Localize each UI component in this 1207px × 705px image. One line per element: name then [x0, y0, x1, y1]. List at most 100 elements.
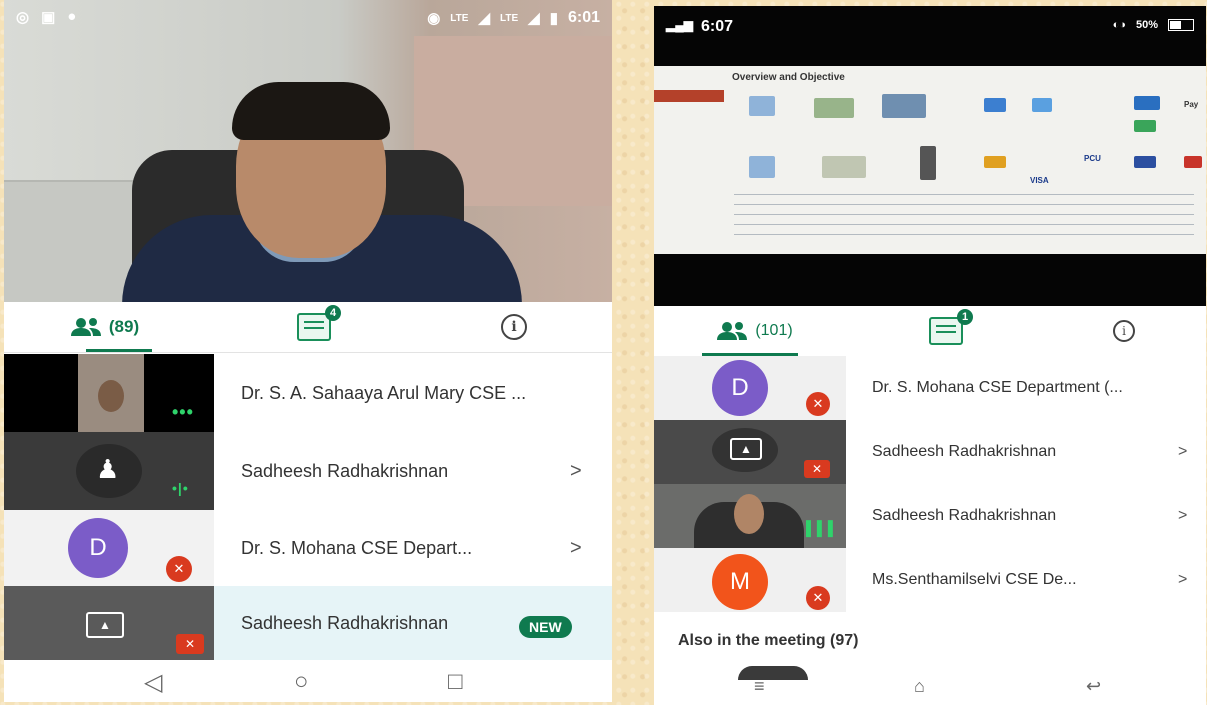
people-icon: [70, 318, 101, 336]
slide-diagram-node: [749, 156, 775, 178]
chat-unread-badge: 1: [957, 309, 973, 325]
chevron-right-icon[interactable]: >: [570, 510, 582, 586]
avatar: M: [712, 554, 768, 610]
new-participant-badge: NEW: [519, 616, 572, 638]
participant-thumbnail: •••: [4, 354, 214, 432]
presentation-feed[interactable]: ▂▄▆ 6:07 ◐◑ 50% Overview and Objective V…: [654, 6, 1206, 306]
chevron-right-icon[interactable]: >: [1178, 420, 1187, 484]
gallery-icon: ▣: [41, 9, 56, 26]
active-tab-indicator: [86, 349, 152, 352]
participant-name: Dr. S. Mohana CSE Department (...: [872, 379, 1123, 396]
main-video-feed[interactable]: [4, 0, 612, 305]
chevron-right-icon[interactable]: >: [1178, 484, 1187, 548]
participant-row[interactable]: M ✕ Ms.Senthamilselvi CSE De... >: [654, 548, 1206, 612]
back-icon[interactable]: ↩: [1086, 676, 1101, 697]
hotspot-icon: ◉: [427, 10, 441, 27]
participant-name: Ms.Senthamilselvi CSE De...: [872, 571, 1077, 588]
battery-icon: [1168, 19, 1194, 31]
participant-row[interactable]: ▲ ✕ Sadheesh Radhakrishnan >: [654, 420, 1206, 484]
chat-icon: 4: [297, 305, 341, 341]
slide-diagram-node: [920, 146, 936, 180]
battery-percent: 50%: [1135, 19, 1158, 31]
participant-row-highlighted[interactable]: ▲ ✕ Sadheesh Radhakrishnan NEW: [4, 586, 612, 660]
slide-logo-tile: [984, 98, 1006, 112]
also-in-meeting-heading: Also in the meeting (97): [678, 632, 859, 649]
participant-name: Sadheesh Radhakrishnan: [872, 443, 1057, 460]
tab-people[interactable]: (101): [694, 306, 814, 356]
avatar: D: [68, 518, 128, 578]
home-icon[interactable]: ⌂: [914, 676, 925, 697]
mic-muted-icon: ✕: [806, 392, 830, 416]
slide-diagram-node: [814, 98, 854, 118]
signal-label-b: LTE: [500, 12, 519, 24]
participant-thumbnail: D ✕: [654, 356, 846, 420]
left-phone-screen: ◎ ▣ ● ◉ LTE ◢ LTE ◢ ▮ 6:01 (89) 4 i ••• …: [4, 0, 612, 702]
status-bar: ▂▄▆ 6:07 ◐◑ 50%: [654, 6, 1206, 46]
mic-muted-icon: ✕: [806, 586, 830, 610]
participant-name: Sadheesh Radhakrishnan: [241, 612, 449, 633]
slide-logo-tile: [1134, 120, 1156, 132]
home-icon[interactable]: ○: [294, 668, 309, 696]
shared-slide: Overview and Objective VISA PCU Pay: [654, 66, 1206, 254]
slide-diagram-node: [822, 156, 866, 178]
tab-chat[interactable]: 1: [916, 306, 976, 356]
battery-icon: ▮: [549, 10, 558, 27]
participant-thumbnail: ♟ •|•: [4, 432, 214, 510]
slide-logo-tile: [1184, 156, 1202, 168]
speaker-hair: [232, 82, 390, 140]
chat-unread-badge: 4: [325, 305, 341, 321]
tab-info[interactable]: i: [484, 302, 544, 352]
avatar: [738, 666, 808, 680]
slide-diagram-node: [882, 94, 926, 118]
signal-icon: ▂▄▆: [666, 18, 693, 32]
mic-muted-icon: ✕: [166, 556, 192, 582]
participant-face: [734, 494, 764, 534]
slide-bullet-text: [734, 194, 1194, 244]
slide-logo-text: PCU: [1084, 154, 1101, 163]
whatsapp-icon: ◎: [16, 9, 30, 26]
participant-face: [98, 380, 124, 412]
bell-icon: ♟: [96, 454, 120, 484]
participant-row[interactable]: ♟ •|• Sadheesh Radhakrishnan >: [4, 432, 612, 510]
android-nav-bar: ◁ ○ □: [4, 660, 612, 702]
participant-row[interactable]: D ✕ Dr. S. Mohana CSE Department (...: [654, 356, 1206, 420]
android-nav-bar: ≡ ⌂ ↩: [654, 676, 1206, 705]
avatar: D: [712, 360, 768, 416]
tab-chat[interactable]: 4: [284, 302, 344, 352]
people-icon: [717, 322, 748, 340]
clock: 6:07: [700, 18, 733, 35]
network-icon: ◐◑: [1112, 19, 1126, 31]
chevron-right-icon[interactable]: >: [1178, 548, 1187, 612]
presentation-icon: ▲: [86, 612, 124, 638]
tab-people[interactable]: (89): [44, 302, 164, 352]
slide-title: Overview and Objective: [732, 72, 845, 83]
participant-thumbnail: ▲ ✕: [4, 586, 214, 660]
clock: 6:01: [567, 9, 600, 26]
participant-row[interactable]: ••• Dr. S. A. Sahaaya Arul Mary CSE ...: [4, 354, 612, 432]
signal-icon: ◢: [478, 10, 490, 27]
slide-logo-tile: [984, 156, 1006, 168]
slide-arrow-shape: [654, 90, 724, 102]
participant-row[interactable]: D ✕ Dr. S. Mohana CSE Depart... >: [4, 510, 612, 586]
signal-label-a: LTE: [450, 12, 469, 24]
meeting-tabs: (101) 1 i: [654, 306, 1206, 357]
recents-icon[interactable]: □: [448, 668, 463, 696]
meeting-tabs: (89) 4 i: [4, 302, 612, 353]
slide-logo-tile: [1134, 96, 1160, 110]
participant-thumbnail: D ✕: [4, 510, 214, 586]
message-icon: ●: [67, 8, 77, 25]
audio-indicator-icon: •••: [172, 402, 194, 422]
participant-name: Dr. S. A. Sahaaya Arul Mary CSE ...: [241, 382, 527, 403]
chevron-right-icon[interactable]: >: [570, 432, 582, 510]
back-icon[interactable]: ◁: [144, 668, 162, 697]
slide-logo-text: VISA: [1030, 176, 1049, 185]
info-icon: i: [1113, 320, 1135, 342]
volume-muted-icon: ✕: [804, 460, 830, 478]
slide-logo-tile: [1134, 156, 1156, 168]
people-count: (89): [108, 317, 140, 336]
menu-icon[interactable]: ≡: [754, 676, 765, 697]
participant-row[interactable]: ▌▌▌ Sadheesh Radhakrishnan >: [654, 484, 1206, 548]
participant-thumbnail: ▌▌▌: [654, 484, 846, 548]
participant-name: Sadheesh Radhakrishnan: [241, 460, 449, 481]
tab-info[interactable]: i: [1094, 306, 1154, 356]
